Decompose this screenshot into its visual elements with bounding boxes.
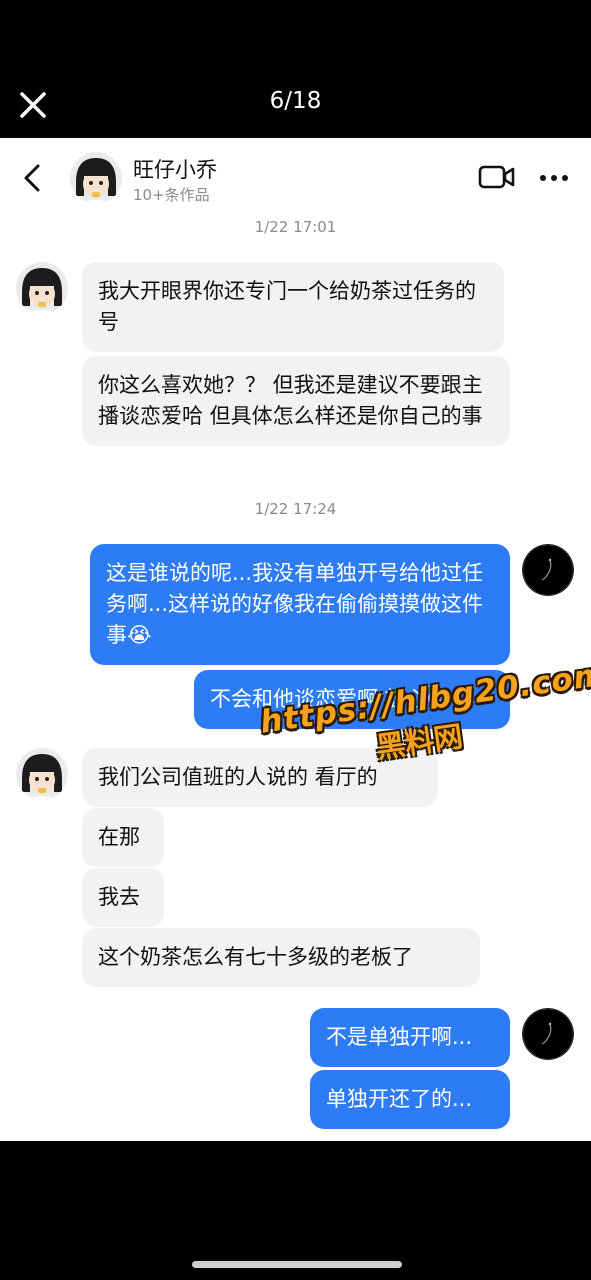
viewer-bottom-bar: [0, 1141, 591, 1280]
message-bubble-incoming[interactable]: 在那: [82, 808, 164, 867]
user-avatar[interactable]: [522, 544, 574, 596]
chat-screenshot: 旺仔小乔 10+条作品 1/22 17:01 我大开眼界你还专门一个给奶茶过任务…: [0, 138, 591, 1141]
message-bubble-outgoing[interactable]: 单独开还了的...: [310, 1070, 510, 1129]
chat-header: 旺仔小乔 10+条作品: [0, 138, 591, 218]
message-bubble-outgoing[interactable]: 不是单独开啊...: [310, 1008, 510, 1067]
message-bubble-outgoing[interactable]: 这是谁说的呢...我没有单独开号给他过任务啊...这样说的好像我在偷偷摸摸做这件…: [90, 544, 510, 665]
contact-works-count: 10+条作品: [133, 186, 210, 204]
message-bubble-incoming[interactable]: 这个奶茶怎么有七十多级的老板了: [82, 928, 480, 987]
contact-name[interactable]: 旺仔小乔: [133, 154, 217, 184]
home-indicator[interactable]: [192, 1261, 402, 1268]
contact-avatar[interactable]: [16, 748, 68, 800]
video-call-icon[interactable]: [478, 162, 516, 192]
more-dots-icon[interactable]: [538, 166, 570, 190]
contact-avatar[interactable]: [16, 262, 68, 314]
image-counter: 6/18: [269, 88, 322, 114]
message-bubble-incoming[interactable]: 我大开眼界你还专门一个给奶茶过任务的号: [82, 262, 504, 352]
viewer-top-bar: 6/18: [0, 0, 591, 138]
message-bubble-incoming[interactable]: 我去: [82, 868, 164, 927]
contact-avatar[interactable]: [70, 152, 122, 204]
back-chevron-icon[interactable]: [18, 160, 48, 196]
timestamp: 1/22 17:24: [254, 500, 337, 518]
timestamp: 1/22 17:01: [254, 218, 337, 236]
user-avatar[interactable]: [522, 1008, 574, 1060]
message-bubble-incoming[interactable]: 你这么喜欢她？？ 但我还是建议不要跟主播谈恋爱哈 但具体怎么样还是你自己的事: [82, 356, 510, 446]
